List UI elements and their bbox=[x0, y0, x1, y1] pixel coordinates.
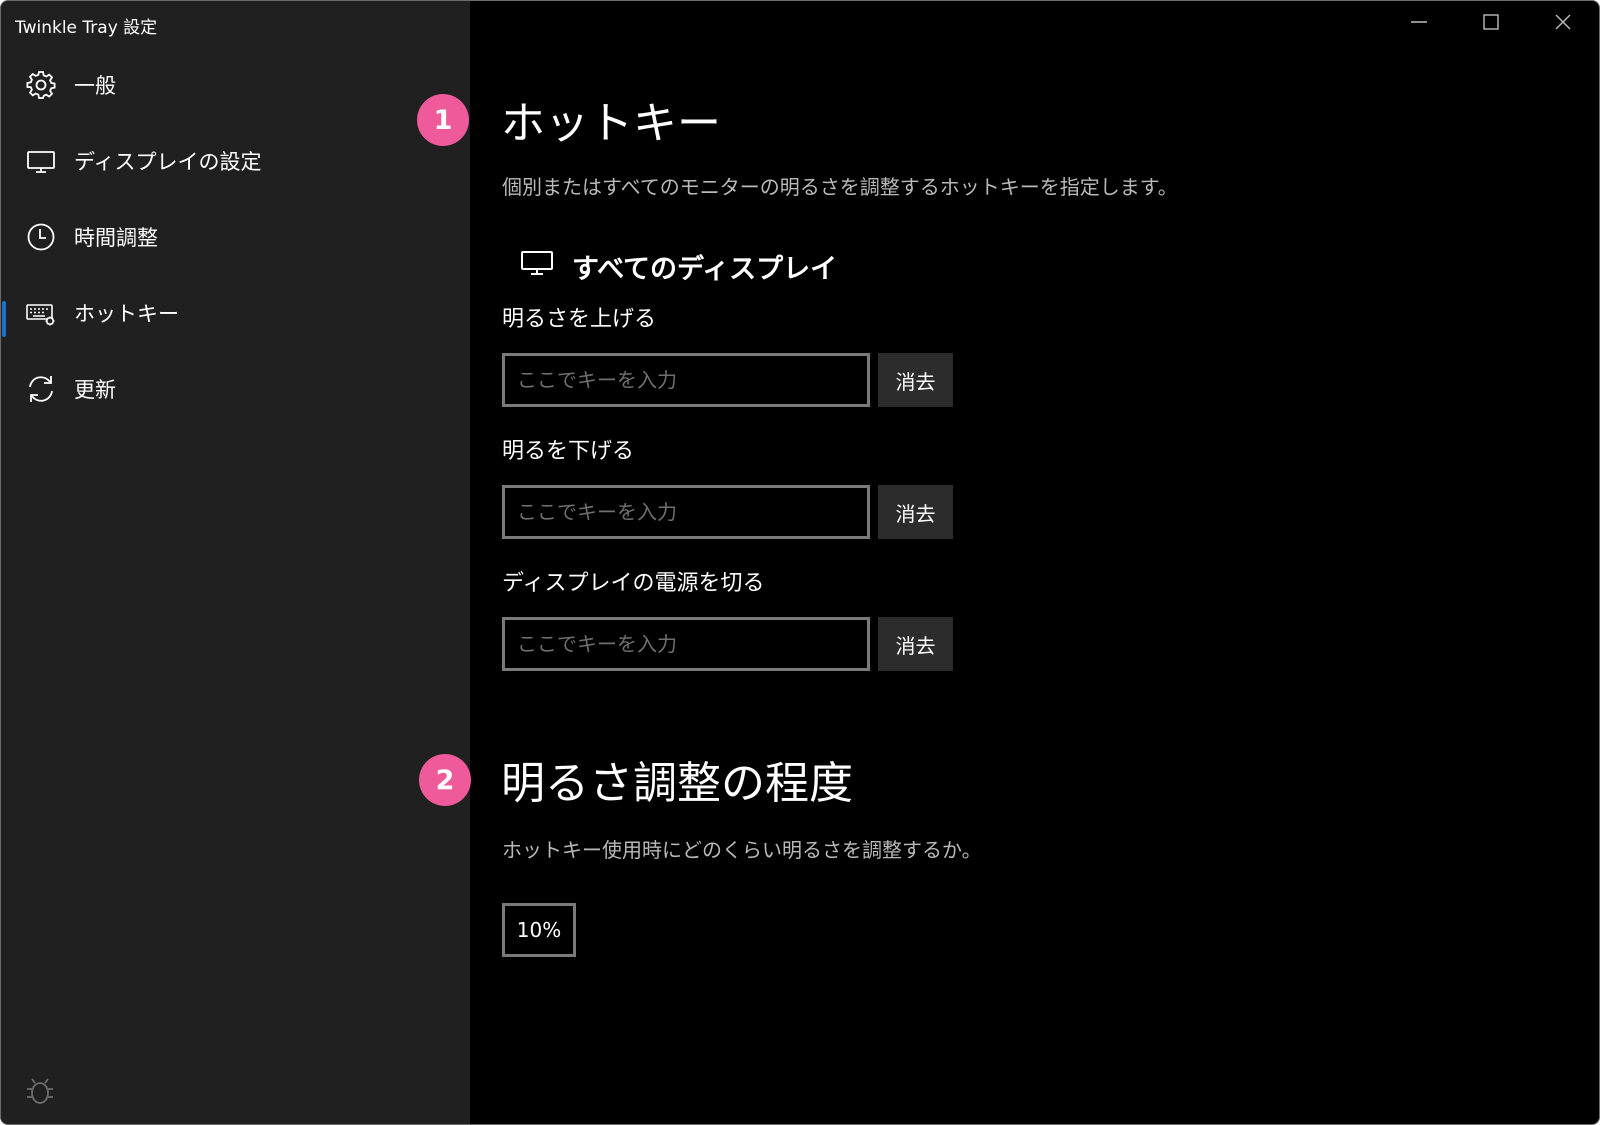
monitor-icon bbox=[25, 145, 57, 177]
all-displays-header: すべてのディスプレイ bbox=[502, 247, 837, 286]
sidebar-item-time-adjust[interactable]: 時間調整 bbox=[1, 199, 470, 275]
display-off-clear-button[interactable]: 消去 bbox=[878, 617, 953, 671]
gear-icon bbox=[25, 69, 57, 101]
monitor-icon bbox=[520, 249, 554, 284]
sidebar-nav: 一般 ディスプレイの設定 時間調整 ホットキー 更新 bbox=[1, 47, 470, 427]
step-badge-2: 2 bbox=[419, 754, 471, 806]
window-title: Twinkle Tray 設定 bbox=[15, 18, 158, 38]
sidebar-item-hotkeys[interactable]: ホットキー bbox=[1, 275, 470, 351]
sidebar: Twinkle Tray 設定 一般 ディスプレイの設定 時間調整 ホットキー … bbox=[1, 1, 470, 1124]
keyboard-gear-icon bbox=[25, 297, 57, 329]
display-off-label: ディスプレイの電源を切る bbox=[502, 571, 765, 596]
all-displays-title: すべてのディスプレイ bbox=[572, 254, 838, 285]
sidebar-item-label: 時間調整 bbox=[74, 226, 158, 250]
brightness-step-title: 明るさ調整の程度 bbox=[501, 758, 853, 809]
brightness-step-description: ホットキー使用時にどのくらい明るさを調整するか。 bbox=[502, 838, 982, 862]
clock-icon bbox=[25, 221, 57, 253]
display-off-key-input[interactable] bbox=[502, 617, 870, 671]
bug-icon[interactable] bbox=[26, 1075, 54, 1105]
brightness-up-label: 明るさを上げる bbox=[502, 307, 657, 332]
sidebar-item-general[interactable]: 一般 bbox=[1, 47, 470, 123]
brightness-up-key-input[interactable] bbox=[502, 353, 870, 407]
brightness-down-key-input[interactable] bbox=[502, 485, 870, 539]
brightness-down-clear-button[interactable]: 消去 bbox=[878, 485, 953, 539]
page-title: ホットキー bbox=[501, 98, 721, 149]
brightness-down-label: 明るを下げる bbox=[502, 439, 635, 464]
sidebar-item-label: 更新 bbox=[74, 378, 116, 402]
sidebar-item-label: ホットキー bbox=[74, 302, 179, 326]
brightness-step-select[interactable]: 10% bbox=[502, 903, 576, 957]
main-content: 1 ホットキー 個別またはすべてのモニターの明るさを調整するホットキーを指定しま… bbox=[417, 1, 1599, 1124]
refresh-icon bbox=[25, 373, 57, 405]
sidebar-item-label: 一般 bbox=[74, 74, 116, 98]
brightness-up-clear-button[interactable]: 消去 bbox=[878, 353, 953, 407]
settings-window: Twinkle Tray 設定 一般 ディスプレイの設定 時間調整 ホットキー … bbox=[0, 0, 1600, 1125]
sidebar-item-display-settings[interactable]: ディスプレイの設定 bbox=[1, 123, 470, 199]
sidebar-item-label: ディスプレイの設定 bbox=[74, 150, 262, 174]
step-badge-1: 1 bbox=[417, 94, 469, 146]
sidebar-item-update[interactable]: 更新 bbox=[1, 351, 470, 427]
hotkeys-description: 個別またはすべてのモニターの明るさを調整するホットキーを指定します。 bbox=[502, 175, 1178, 199]
